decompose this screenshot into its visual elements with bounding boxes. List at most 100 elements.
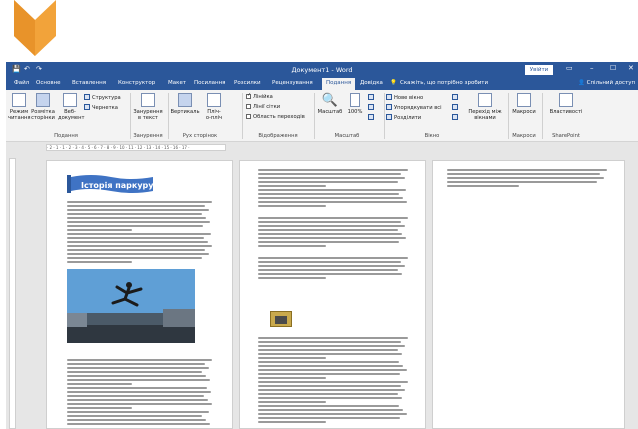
text-line: [258, 225, 405, 227]
properties-button[interactable]: Властивості: [546, 93, 586, 115]
signin-button[interactable]: Увійти: [525, 65, 553, 75]
small-photo: [270, 311, 292, 327]
immersive-group-label: Занурення: [133, 133, 163, 139]
text-line: [447, 185, 519, 187]
text-line: [67, 217, 206, 219]
text-line: [258, 265, 405, 267]
side-to-side-button[interactable]: Пліч- о-пліч: [202, 93, 226, 121]
document-page-2[interactable]: [239, 160, 426, 429]
sharepoint-group-label: SharePoint: [552, 133, 580, 139]
outline-button[interactable]: Структура: [84, 94, 121, 101]
vertical-ruler[interactable]: [9, 158, 16, 429]
tab-file[interactable]: Файл: [14, 80, 29, 86]
split-button[interactable]: Розділити: [386, 114, 421, 121]
text-line: [67, 225, 203, 227]
ruler-band: · 2 · 1 · 1 · 2 · 3 · 4 · 5 · 6 · 7 · 8 …: [46, 144, 226, 151]
zoom-button[interactable]: 🔍 Масштаб: [316, 93, 344, 115]
text-line: [258, 341, 401, 343]
tab-references[interactable]: Посилання: [194, 80, 226, 86]
read-mode-button[interactable]: Режим читання: [8, 93, 31, 121]
text-line: [258, 229, 398, 231]
text-line: [67, 229, 133, 231]
separator: [242, 93, 243, 139]
document-page-1[interactable]: Історія паркуру: [46, 160, 233, 429]
tab-mailings[interactable]: Розсилки: [234, 80, 261, 86]
new-window-label: Нове вікно: [394, 95, 424, 101]
text-line: [67, 415, 202, 417]
switch-windows-label: Перехід між вікнами: [468, 109, 502, 121]
close-icon[interactable]: ✕: [628, 64, 634, 72]
print-layout-button[interactable]: Розмітка сторінки: [30, 93, 56, 121]
text-line: [258, 389, 405, 391]
text-line: [258, 169, 408, 171]
text-line: [258, 381, 408, 383]
outline-label: Структура: [92, 95, 121, 101]
tab-review[interactable]: Рецензування: [272, 80, 313, 86]
switch-windows-button[interactable]: Перехід між вікнами: [464, 93, 506, 121]
text-line: [258, 361, 399, 363]
focus-button[interactable]: Занурення в текст: [132, 93, 164, 121]
maximize-icon[interactable]: ☐: [610, 64, 616, 72]
gridlines-checkbox[interactable]: Лінії сітки: [246, 104, 280, 110]
text-line: [67, 241, 208, 243]
horizontal-ruler[interactable]: · 2 · 1 · 1 · 2 · 3 · 4 · 5 · 6 · 7 · 8 …: [6, 143, 638, 152]
text-line: [258, 405, 399, 407]
text-line: [258, 269, 398, 271]
properties-label: Властивості: [549, 109, 583, 115]
text-line: [258, 385, 401, 387]
text-line: [67, 395, 204, 397]
tab-home[interactable]: Основне: [36, 80, 61, 86]
tab-view[interactable]: Подання: [322, 78, 356, 90]
navigation-pane-checkbox[interactable]: Область переходів: [246, 114, 305, 120]
text-line: [258, 421, 326, 423]
text-line: [67, 383, 133, 385]
ribbon-options-icon[interactable]: ▭: [566, 64, 573, 72]
switch-windows-icon: [478, 93, 492, 107]
text-line: [67, 399, 208, 401]
gridlines-label: Лінії сітки: [253, 104, 281, 110]
arrange-all-button[interactable]: Упорядкувати всі: [386, 104, 442, 111]
text-line: [67, 419, 206, 421]
tab-help[interactable]: Довідка: [360, 80, 383, 86]
text-line: [67, 407, 133, 409]
draft-button[interactable]: Чернетка: [84, 104, 118, 111]
tab-insert[interactable]: Вставлення: [72, 80, 106, 86]
text-line: [67, 245, 212, 247]
text-line: [258, 417, 400, 419]
ruler-checkbox[interactable]: Лінійка: [246, 94, 273, 100]
one-page-button[interactable]: [368, 94, 376, 101]
tab-design[interactable]: Конструктор: [118, 80, 155, 86]
web-layout-button[interactable]: Веб- документ: [58, 93, 84, 121]
document-page-3[interactable]: [432, 160, 625, 429]
text-line: [67, 233, 211, 235]
new-window-button[interactable]: Нове вікно: [386, 94, 423, 101]
text-line: [258, 217, 408, 219]
multiple-pages-button[interactable]: [368, 104, 376, 111]
ruler-label: Лінійка: [253, 94, 273, 100]
zoom-100-button[interactable]: 100%: [346, 93, 364, 115]
document-title: Історія паркуру: [81, 181, 154, 190]
text-line: [258, 221, 401, 223]
separator: [542, 93, 543, 139]
tell-me-input[interactable]: Скажіть, що потрібно зробити: [400, 80, 488, 86]
text-line: [258, 413, 407, 415]
view-side-by-side-button[interactable]: [452, 94, 460, 101]
macros-icon: [517, 93, 531, 107]
reset-position-button[interactable]: [452, 114, 460, 121]
share-button[interactable]: 👤 Спільний доступ: [578, 80, 635, 86]
tab-layout[interactable]: Макет: [168, 80, 186, 86]
text-line: [67, 205, 205, 207]
text-line: [258, 397, 402, 399]
page-width-button[interactable]: [368, 114, 376, 121]
side-by-side-icon: [452, 94, 458, 100]
minimize-icon[interactable]: –: [590, 64, 594, 72]
text-line: [258, 345, 405, 347]
sync-scroll-button[interactable]: [452, 104, 460, 111]
macros-button[interactable]: Макроси: [510, 93, 538, 115]
macros-group-label: Макроси: [512, 133, 536, 139]
vertical-button[interactable]: Вертикаль: [170, 93, 200, 115]
text-line: [258, 357, 326, 359]
parkour-photo: [67, 269, 195, 343]
text-line: [258, 205, 326, 207]
zoom-label: Масштаб: [317, 109, 343, 115]
